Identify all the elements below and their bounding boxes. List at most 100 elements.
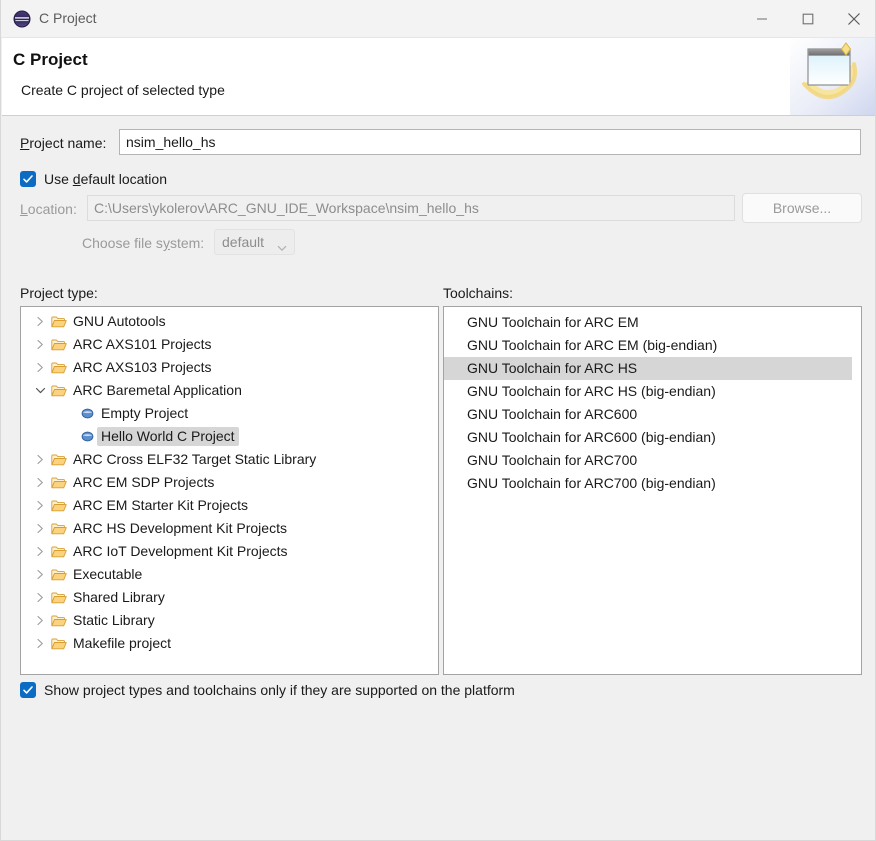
project-type-tree-row-label: Executable <box>69 565 146 584</box>
project-name-label: Project name: <box>20 135 106 151</box>
choose-file-system-select: default <box>214 229 295 255</box>
project-type-tree-row-label: Makefile project <box>69 634 175 653</box>
chevron-right-icon <box>36 362 45 373</box>
project-template-icon <box>81 407 94 420</box>
project-type-tree-row[interactable]: Shared Library <box>21 586 438 609</box>
chevron-right-icon[interactable] <box>31 316 49 327</box>
project-name-input[interactable] <box>119 129 861 155</box>
show-supported-only-label[interactable]: Show project types and toolchains only i… <box>44 682 515 698</box>
wizard-header: C Project Create C project of selected t… <box>2 38 876 116</box>
chevron-right-icon <box>36 546 45 557</box>
project-type-tree-row-label: ARC AXS101 Projects <box>69 335 216 354</box>
chevron-right-icon[interactable] <box>31 477 49 488</box>
chevron-right-icon[interactable] <box>31 454 49 465</box>
browse-button-label: Browse... <box>773 200 831 216</box>
folder-icon <box>49 384 69 398</box>
project-type-tree-row[interactable]: Hello World C Project <box>21 425 438 448</box>
folder-icon <box>51 614 67 628</box>
project-type-tree-row[interactable]: ARC Cross ELF32 Target Static Library <box>21 448 438 471</box>
choose-file-system-label: Choose file system: <box>82 235 204 251</box>
folder-icon <box>51 315 67 329</box>
folder-icon <box>51 453 67 467</box>
project-type-tree-row[interactable]: ARC EM SDP Projects <box>21 471 438 494</box>
toolchains-label: Toolchains: <box>443 285 513 301</box>
folder-icon <box>51 499 67 513</box>
project-type-tree-row[interactable]: ARC IoT Development Kit Projects <box>21 540 438 563</box>
project-type-tree-row[interactable]: Executable <box>21 563 438 586</box>
wizard-body: Project name: Use default location Locat… <box>2 117 876 840</box>
toolchain-list-row-label: GNU Toolchain for ARC600 (big-endian) <box>453 428 720 447</box>
minimize-button[interactable] <box>739 0 785 38</box>
folder-icon <box>51 591 67 605</box>
maximize-icon <box>802 13 814 25</box>
choose-file-system-value: default <box>222 234 264 250</box>
project-type-tree[interactable]: GNU Autotools ARC AXS101 Projects ARC AXS1… <box>20 306 439 675</box>
project-type-tree-row-label: ARC Baremetal Application <box>69 381 246 400</box>
chevron-right-icon <box>36 339 45 350</box>
chevron-right-icon[interactable] <box>31 546 49 557</box>
project-type-tree-row[interactable]: Static Library <box>21 609 438 632</box>
toolchain-list-row-label: GNU Toolchain for ARC EM <box>453 313 643 332</box>
chevron-right-icon <box>36 316 45 327</box>
project-type-tree-row[interactable]: ARC Baremetal Application <box>21 379 438 402</box>
toolchain-list-row[interactable]: GNU Toolchain for ARC600 <box>444 403 861 426</box>
folder-icon <box>51 637 67 651</box>
chevron-right-icon[interactable] <box>31 339 49 350</box>
location-input <box>87 195 735 221</box>
project-template-icon <box>81 430 94 443</box>
project-type-tree-row[interactable]: Empty Project <box>21 402 438 425</box>
folder-icon <box>51 338 67 352</box>
folder-icon <box>49 522 69 536</box>
toolchain-list-row-label: GNU Toolchain for ARC600 <box>453 405 641 424</box>
project-type-tree-row-label: Static Library <box>69 611 159 630</box>
toolchain-list-row[interactable]: GNU Toolchain for ARC700 (big-endian) <box>444 472 861 495</box>
chevron-right-icon[interactable] <box>31 638 49 649</box>
chevron-right-icon <box>36 569 45 580</box>
folder-icon <box>49 315 69 329</box>
chevron-right-icon[interactable] <box>31 592 49 603</box>
project-type-tree-row-label: Hello World C Project <box>97 427 239 446</box>
toolchain-list-row[interactable]: GNU Toolchain for ARC HS (big-endian) <box>444 380 861 403</box>
project-type-tree-row-label: Shared Library <box>69 588 169 607</box>
toolchain-list-row[interactable]: GNU Toolchain for ARC600 (big-endian) <box>444 426 861 449</box>
project-type-tree-row-label: ARC EM SDP Projects <box>69 473 218 492</box>
c-project-wizard-dialog: C Project C Project Create C project of … <box>0 0 876 841</box>
close-button[interactable] <box>831 0 876 38</box>
chevron-right-icon <box>36 592 45 603</box>
project-type-tree-row[interactable]: GNU Autotools <box>21 310 438 333</box>
toolchains-list[interactable]: GNU Toolchain for ARC EM GNU Toolchain fo… <box>443 306 862 675</box>
chevron-down-icon <box>35 386 46 395</box>
folder-icon <box>49 614 69 628</box>
folder-icon <box>51 384 67 398</box>
chevron-right-icon <box>36 638 45 649</box>
project-type-tree-row[interactable]: Makefile project <box>21 632 438 655</box>
toolchain-list-row[interactable]: GNU Toolchain for ARC EM (big-endian) <box>444 334 861 357</box>
chevron-right-icon[interactable] <box>31 569 49 580</box>
folder-icon <box>49 453 69 467</box>
chevron-right-icon <box>36 615 45 626</box>
window-title: C Project <box>39 10 97 26</box>
folder-icon <box>49 637 69 651</box>
chevron-right-icon[interactable] <box>31 615 49 626</box>
show-supported-only-checkbox[interactable] <box>20 682 36 698</box>
toolchain-list-row[interactable]: GNU Toolchain for ARC700 <box>444 449 861 472</box>
toolchain-list-row-label: GNU Toolchain for ARC700 <box>453 451 641 470</box>
chevron-right-icon[interactable] <box>31 362 49 373</box>
chevron-down-icon[interactable] <box>31 386 49 395</box>
project-type-tree-row[interactable]: ARC AXS103 Projects <box>21 356 438 379</box>
folder-icon <box>49 499 69 513</box>
folder-icon <box>49 591 69 605</box>
project-type-tree-row[interactable]: ARC HS Development Kit Projects <box>21 517 438 540</box>
checkmark-icon <box>22 684 34 696</box>
project-type-tree-row[interactable]: ARC EM Starter Kit Projects <box>21 494 438 517</box>
chevron-right-icon[interactable] <box>31 500 49 511</box>
chevron-right-icon[interactable] <box>31 523 49 534</box>
maximize-button[interactable] <box>785 0 831 38</box>
toolchain-list-row[interactable]: GNU Toolchain for ARC HS <box>444 357 852 380</box>
folder-icon <box>49 338 69 352</box>
use-default-location-label[interactable]: Use default location <box>44 171 167 187</box>
use-default-location-checkbox[interactable] <box>20 171 36 187</box>
toolchain-list-row[interactable]: GNU Toolchain for ARC EM <box>444 311 861 334</box>
project-type-tree-row[interactable]: ARC AXS101 Projects <box>21 333 438 356</box>
folder-icon <box>49 476 69 490</box>
